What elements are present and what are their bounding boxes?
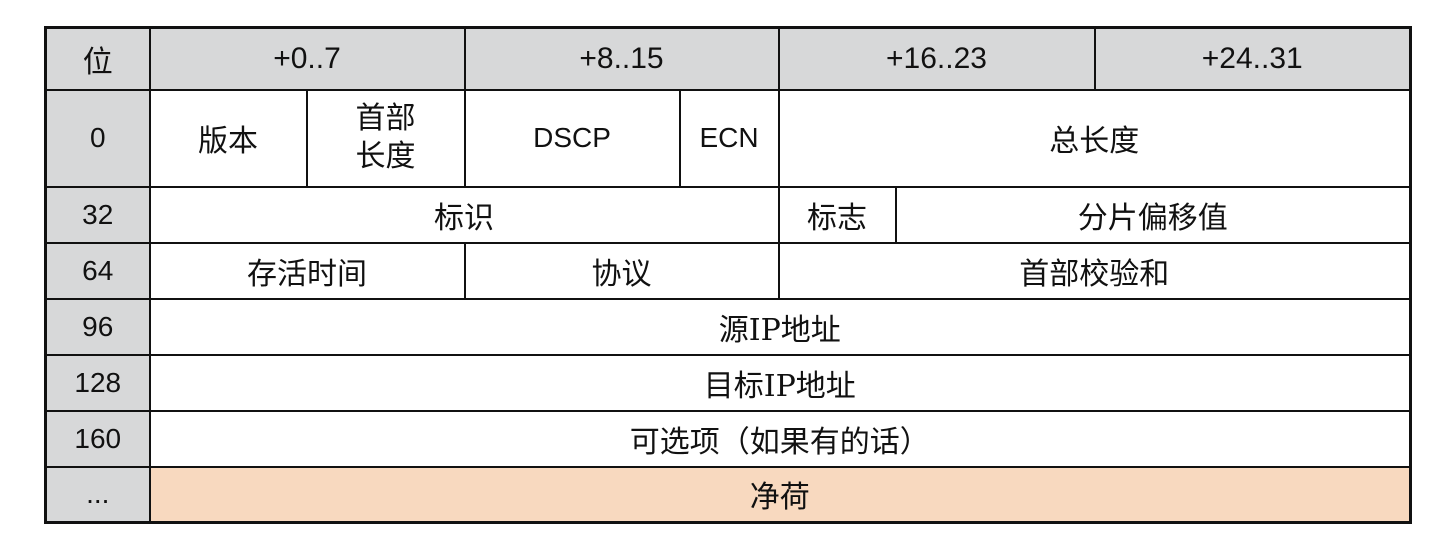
ipv4-header-table: 位 +0..7 +8..15 +16..23 +24..31 0 版本 首部 长…: [44, 26, 1412, 524]
field-header-checksum: 首部校验和: [777, 241, 1412, 300]
field-total-length: 总长度: [777, 88, 1412, 188]
row-label-ellipsis: ...: [44, 465, 151, 524]
row-label-128: 128: [44, 353, 151, 412]
field-source-ip: 源IP地址: [148, 297, 1412, 356]
field-fragment-offset: 分片偏移值: [894, 185, 1412, 244]
row-offset-64: 64 存活时间 协议 首部校验和: [44, 241, 1412, 300]
field-flags: 标志: [777, 185, 897, 244]
field-dscp: DSCP: [463, 88, 681, 188]
field-ihl: 首部 长度: [305, 88, 466, 188]
header-row: 位 +0..7 +8..15 +16..23 +24..31: [44, 26, 1412, 91]
row-label-160: 160: [44, 409, 151, 468]
col-header-8-15: +8..15: [463, 26, 780, 91]
field-protocol: 协议: [463, 241, 780, 300]
col-header-24-31: +24..31: [1093, 26, 1412, 91]
field-ihl-line2: 长度: [355, 139, 416, 174]
row-label-64: 64: [44, 241, 151, 300]
row-label-0: 0: [44, 88, 151, 188]
col-header-16-23: +16..23: [777, 26, 1096, 91]
field-ttl: 存活时间: [148, 241, 466, 300]
row-label-96: 96: [44, 297, 151, 356]
field-identification: 标识: [148, 185, 780, 244]
row-offset-32: 32 标识 标志 分片偏移值: [44, 185, 1412, 244]
row-offset-128: 128 目标IP地址: [44, 353, 1412, 412]
field-version: 版本: [148, 88, 308, 188]
field-ecn: ECN: [678, 88, 780, 188]
field-ihl-line1: 首部: [355, 101, 416, 136]
row-offset-96: 96 源IP地址: [44, 297, 1412, 356]
field-options: 可选项（如果有的话）: [148, 409, 1412, 468]
field-payload: 净荷: [148, 465, 1412, 524]
row-offset-0: 0 版本 首部 长度 DSCP ECN 总长度: [44, 88, 1412, 188]
col-header-0-7: +0..7: [148, 26, 466, 91]
row-offset-160: 160 可选项（如果有的话）: [44, 409, 1412, 468]
ipv4-header-diagram: 位 +0..7 +8..15 +16..23 +24..31 0 版本 首部 长…: [44, 26, 1412, 524]
bit-header-cell: 位: [44, 26, 151, 91]
row-label-32: 32: [44, 185, 151, 244]
row-offset-ellipsis: ... 净荷: [44, 465, 1412, 524]
field-destination-ip: 目标IP地址: [148, 353, 1412, 412]
